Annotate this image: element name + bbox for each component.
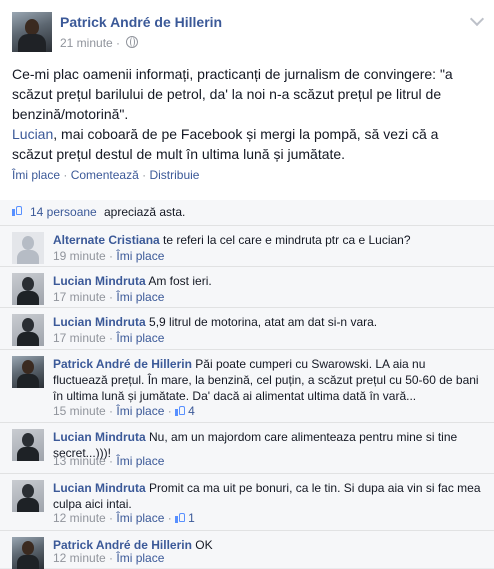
comment-like-button[interactable]: Îmi place [116, 551, 164, 565]
comment-likes-count[interactable]: 4 [188, 404, 195, 418]
comment: Lucian Mindruta 5,9 litrul de motorina, … [0, 308, 494, 350]
comment-body: Lucian Mindruta Am fost ieri. [53, 273, 483, 289]
avatar-body [17, 374, 39, 388]
comment-meta: 12 minute · Îmi place · 1 [53, 511, 195, 525]
post-paragraph-2-text: , mai coboară de pe Facebook și mergi la… [12, 126, 439, 162]
post-meta: 21 minute · [60, 36, 139, 50]
avatar-head [22, 484, 34, 498]
avatar-body [18, 34, 46, 52]
avatar-head [22, 318, 34, 332]
avatar-head [22, 360, 34, 374]
likes-count-link[interactable]: 14 persoane [30, 205, 97, 219]
commenter-avatar[interactable] [12, 537, 44, 569]
comment-author[interactable]: Lucian Mindruta [53, 481, 146, 495]
share-button[interactable]: Distribuie [149, 168, 199, 182]
avatar-body [17, 291, 39, 305]
comment-button[interactable]: Comentează [71, 168, 139, 182]
likes-summary: 14 persoane apreciază asta. [0, 200, 494, 226]
comment: Patrick André de Hillerin Păi poate cump… [0, 350, 494, 423]
comment-likes-count[interactable]: 1 [188, 511, 195, 525]
comment-time[interactable]: 12 minute [53, 551, 106, 565]
avatar-head [22, 433, 34, 447]
comment-time[interactable]: 13 minute [53, 454, 106, 468]
like-button[interactable]: Îmi place [12, 168, 60, 182]
comment-meta: 15 minute · Îmi place · 4 [53, 404, 195, 418]
comment-time[interactable]: 17 minute [53, 290, 106, 304]
post-paragraph-2: Lucian, mai coboară de pe Facebook și me… [12, 124, 482, 164]
comment-body: Alternate Cristiana te referi la cel car… [53, 232, 483, 248]
comment-text: te referi la cel care e mindruta ptr ca … [163, 233, 411, 247]
comment-author[interactable]: Patrick André de Hillerin [53, 538, 192, 552]
chevron-down-icon[interactable] [469, 11, 485, 27]
action-separator: · [63, 168, 68, 182]
avatar-head [22, 277, 34, 291]
commenter-avatar[interactable] [12, 232, 44, 264]
comment-like-button[interactable]: Îmi place [116, 249, 164, 263]
post-actions: Îmi place · Comentează · Distribuie [12, 168, 199, 182]
commenter-avatar[interactable] [12, 480, 44, 512]
action-separator: · [142, 168, 147, 182]
avatar-head [22, 236, 34, 250]
likes-summary-text: apreciază asta. [104, 205, 186, 219]
comment-time[interactable]: 12 minute [53, 511, 106, 525]
author-avatar[interactable] [12, 12, 52, 52]
mention-link[interactable]: Lucian [12, 126, 53, 142]
comment-body: Lucian Mindruta Promit ca ma uit pe bonu… [53, 480, 483, 512]
comment: Lucian Mindruta Am fost ieri. 17 minute … [0, 267, 494, 308]
comment-like-button[interactable]: Îmi place [116, 404, 164, 418]
comment-body: Patrick André de Hillerin Păi poate cump… [53, 356, 483, 404]
comment-body: Lucian Mindruta 5,9 litrul de motorina, … [53, 314, 483, 330]
avatar-body [17, 555, 39, 569]
comment-time[interactable]: 17 minute [53, 331, 106, 345]
comment: Lucian Mindruta Nu, am un majordom care … [0, 423, 494, 474]
comment-author[interactable]: Lucian Mindruta [53, 430, 146, 444]
commenter-avatar[interactable] [12, 273, 44, 305]
thumb-icon [175, 405, 186, 416]
comment-like-button[interactable]: Îmi place [116, 454, 164, 468]
commenter-avatar[interactable] [12, 356, 44, 388]
meta-separator: · [116, 36, 121, 50]
commenter-avatar[interactable] [12, 314, 44, 346]
comment-list: Alternate Cristiana te referi la cel car… [0, 226, 494, 569]
globe-icon[interactable] [126, 36, 139, 48]
post-time[interactable]: 21 minute [60, 36, 113, 50]
commenter-avatar[interactable] [12, 429, 44, 461]
comment-meta: 12 minute · Îmi place [53, 551, 165, 565]
comment-author[interactable]: Alternate Cristiana [53, 233, 160, 247]
avatar-head [25, 19, 39, 35]
comment-like-button[interactable]: Îmi place [116, 331, 164, 345]
comment-text: 5,9 litrul de motorina, atat am dat si-n… [149, 315, 378, 329]
post-paragraph-1: Ce-mi plac oamenii informați, practicanț… [12, 66, 453, 122]
post-text: Ce-mi plac oamenii informați, practicanț… [12, 64, 482, 164]
comment-text: OK [195, 538, 213, 552]
comment: Alternate Cristiana te referi la cel car… [0, 226, 494, 267]
thumb-icon [12, 205, 25, 218]
comment-meta: 19 minute · Îmi place [53, 249, 165, 263]
comment-meta: 13 minute · Îmi place [53, 454, 165, 468]
post-author[interactable]: Patrick André de Hillerin [60, 14, 222, 30]
comment: Patrick André de Hillerin OK 12 minute ·… [0, 531, 494, 569]
avatar-body [17, 250, 39, 264]
comment-author[interactable]: Lucian Mindruta [53, 315, 146, 329]
avatar-head [22, 541, 34, 555]
thumb-icon [175, 512, 186, 523]
comment-meta: 17 minute · Îmi place [53, 290, 165, 304]
comment-author[interactable]: Patrick André de Hillerin [53, 357, 192, 371]
comment-time[interactable]: 15 minute [53, 404, 106, 418]
comment-meta: 17 minute · Îmi place [53, 331, 165, 345]
comment: Lucian Mindruta Promit ca ma uit pe bonu… [0, 474, 494, 531]
post-card: Patrick André de Hillerin 21 minute · Ce… [0, 0, 494, 201]
comment-author[interactable]: Lucian Mindruta [53, 274, 146, 288]
comment-text: Am fost ieri. [148, 274, 212, 288]
comment-like-button[interactable]: Îmi place [116, 290, 164, 304]
avatar-body [17, 332, 39, 346]
avatar-body [17, 447, 39, 461]
comment-time[interactable]: 19 minute [53, 249, 106, 263]
comment-like-button[interactable]: Îmi place [116, 511, 164, 525]
avatar-body [17, 498, 39, 512]
